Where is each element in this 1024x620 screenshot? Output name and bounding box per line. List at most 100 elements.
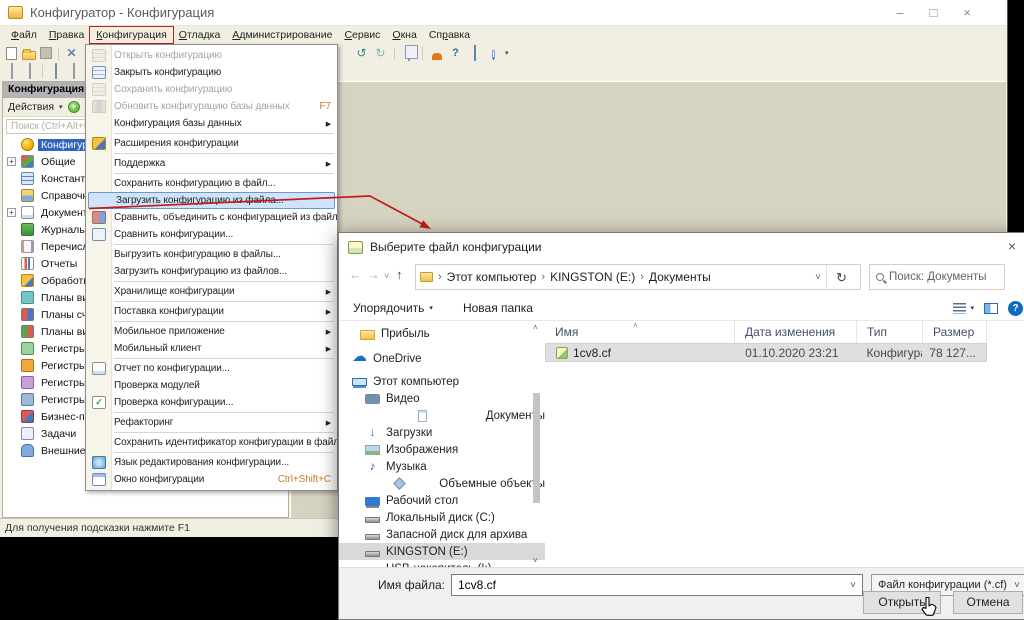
breadcrumb-segment[interactable]: Этот компьютер xyxy=(447,270,537,284)
nav-item[interactable]: Объемные объекты xyxy=(339,475,545,492)
menu-item[interactable]: Сохранить конфигурацию в файл... xyxy=(86,175,337,192)
cancel-button[interactable]: Отмена xyxy=(953,591,1023,614)
database-icon[interactable] xyxy=(48,64,63,79)
menu-item[interactable]: ✓Проверка конфигурации... xyxy=(86,394,337,411)
save-icon[interactable] xyxy=(40,47,52,59)
scroll-up-icon[interactable]: ˄ xyxy=(533,323,538,332)
history-dropdown-icon[interactable]: ˅ xyxy=(384,271,389,281)
actions-dropdown-icon[interactable]: ▾ xyxy=(59,103,63,111)
menu-item[interactable]: Мобильное приложение▶ xyxy=(86,323,337,340)
add-item-icon[interactable]: + xyxy=(68,101,80,113)
menu-item[interactable]: Сравнить, объединить с конфигурацией из … xyxy=(86,209,337,226)
help-search-icon[interactable]: ? xyxy=(448,46,463,61)
menu-item[interactable]: Обновить конфигурацию базы данныхF7 xyxy=(86,98,337,115)
nav-item[interactable]: Прибыль xyxy=(339,325,545,342)
nav-item[interactable]: KINGSTON (E:) xyxy=(339,543,545,560)
maximize-button[interactable]: □ xyxy=(930,5,938,20)
config-table-icon[interactable] xyxy=(4,64,19,79)
menu-item[interactable]: Расширения конфигурации xyxy=(86,135,337,152)
column-header[interactable]: Размер xyxy=(923,321,987,343)
menu-item[interactable]: Поддержка▶ xyxy=(86,155,337,172)
menu-item[interactable]: Загрузить конфигурацию из файлов... xyxy=(86,263,337,280)
nav-item[interactable]: Этот компьютер xyxy=(339,373,545,390)
menu-item[interactable]: Рефакторинг▶ xyxy=(86,414,337,431)
menu-item[interactable]: Сравнить конфигурации... xyxy=(86,226,337,243)
cursor-hand-icon xyxy=(919,596,939,618)
address-dropdown-icon[interactable]: ˅ xyxy=(815,272,821,283)
nav-item[interactable]: Рабочий стол xyxy=(339,492,545,509)
edit-table-icon[interactable] xyxy=(22,64,37,79)
organize-button[interactable]: Упорядочить ▾ xyxy=(353,301,433,315)
nav-item[interactable]: OneDrive xyxy=(339,350,545,367)
menu-item[interactable]: Открыть конфигурацию xyxy=(86,47,337,64)
new-folder-button[interactable]: Новая папка xyxy=(463,301,533,315)
minimize-button[interactable]: – xyxy=(896,5,903,20)
about-icon[interactable]: i xyxy=(486,46,501,61)
undo-icon[interactable]: ↺ xyxy=(354,46,369,61)
filename-input[interactable] xyxy=(452,578,844,592)
menu-item[interactable]: Сохранить конфигурацию xyxy=(86,81,337,98)
copy-icon[interactable] xyxy=(408,45,410,61)
breadcrumb-segment[interactable]: Документы xyxy=(649,270,711,284)
breadcrumb-segment[interactable]: KINGSTON (E:) xyxy=(550,270,635,284)
expander-icon[interactable]: + xyxy=(7,208,16,217)
address-bar[interactable]: ›Этот компьютер›KINGSTON (E:)›Документы … xyxy=(415,264,861,290)
nav-item[interactable]: Документы xyxy=(339,407,545,424)
nav-item[interactable]: Изображения xyxy=(339,441,545,458)
nav-item[interactable]: Загрузки xyxy=(339,424,545,441)
menu-item[interactable]: Язык редактирования конфигурации... xyxy=(86,454,337,471)
help-icon[interactable]: ? xyxy=(1008,301,1023,316)
menu-item[interactable]: Отчет по конфигурации... xyxy=(86,360,337,377)
view-mode-button[interactable]: ▾ xyxy=(953,303,974,314)
menu-item[interactable]: Сохранить идентификатор конфигурации в ф… xyxy=(86,434,337,451)
nav-item[interactable]: Запасной диск для архива xyxy=(339,526,545,543)
menubar-item[interactable]: Отладка xyxy=(173,27,227,43)
menubar-item[interactable]: Файл xyxy=(5,27,43,43)
menu-item[interactable]: Окно конфигурацииCtrl+Shift+C xyxy=(86,471,337,488)
column-header[interactable]: Имя xyxy=(545,321,735,343)
menu-item[interactable]: Проверка модулей xyxy=(86,377,337,394)
dialog-close-icon[interactable]: × xyxy=(1001,238,1023,254)
actions-button[interactable]: Действия xyxy=(8,101,54,113)
menu-item[interactable]: Выгрузить конфигурацию в файлы... xyxy=(86,246,337,263)
menubar-item[interactable]: Сервис xyxy=(338,27,386,43)
split-window-icon[interactable] xyxy=(66,64,81,79)
scroll-down-icon[interactable]: ˅ xyxy=(533,556,538,565)
nav-item[interactable]: Локальный диск (C:) xyxy=(339,509,545,526)
new-document-icon[interactable] xyxy=(6,47,17,60)
menubar-item[interactable]: Конфигурация xyxy=(90,27,172,43)
menu-item[interactable]: Закрыть конфигурацию xyxy=(86,64,337,81)
search-box[interactable]: Поиск: Документы xyxy=(869,264,1005,290)
nav-item[interactable]: USB-накопитель (I:) xyxy=(339,560,545,567)
syntax-assistant-icon[interactable] xyxy=(429,46,444,61)
nav-scrollbar[interactable]: ˄ ˅ xyxy=(532,323,542,565)
toolbar-overflow-icon[interactable]: ▾ xyxy=(505,49,509,57)
help-contents-icon[interactable] xyxy=(467,46,482,61)
menu-item[interactable]: Мобильный клиент▶ xyxy=(86,340,337,357)
menu-item[interactable]: Поставка конфигурации▶ xyxy=(86,303,337,320)
close-button[interactable]: × xyxy=(963,5,971,20)
menubar-item[interactable]: Правка xyxy=(43,27,90,43)
nav-item[interactable]: Музыка xyxy=(339,458,545,475)
refresh-icon[interactable]: ↻ xyxy=(826,265,856,289)
column-header[interactable]: Дата изменения xyxy=(735,321,857,343)
menubar-item[interactable]: Администрирование xyxy=(226,27,338,43)
expander-icon[interactable]: + xyxy=(7,157,16,166)
scrollbar-thumb[interactable] xyxy=(533,393,540,503)
menubar-item[interactable]: Окна xyxy=(386,27,422,43)
up-icon[interactable]: ↑ xyxy=(396,267,403,282)
menu-item[interactable]: Загрузить конфигурацию из файла... xyxy=(88,192,335,209)
menu-item[interactable]: Конфигурация базы данных▶ xyxy=(86,115,337,132)
redo-icon[interactable]: ↻ xyxy=(373,46,388,61)
file-row[interactable]: 1cv8.cf01.10.2020 23:21Конфигура...78 12… xyxy=(545,343,987,362)
nav-item[interactable]: Видео xyxy=(339,390,545,407)
open-icon[interactable] xyxy=(22,51,36,60)
menubar-item[interactable]: Справка xyxy=(423,27,476,43)
preview-pane-icon[interactable] xyxy=(984,303,998,314)
menu-item[interactable]: Хранилище конфигурации▶ xyxy=(86,283,337,300)
filename-dropdown-icon[interactable]: ˅ xyxy=(844,580,862,591)
column-header[interactable]: Тип xyxy=(857,321,923,343)
back-icon[interactable]: ← xyxy=(349,267,362,282)
forward-icon[interactable]: → xyxy=(367,267,380,282)
cut-icon[interactable]: ✕ xyxy=(64,46,79,61)
